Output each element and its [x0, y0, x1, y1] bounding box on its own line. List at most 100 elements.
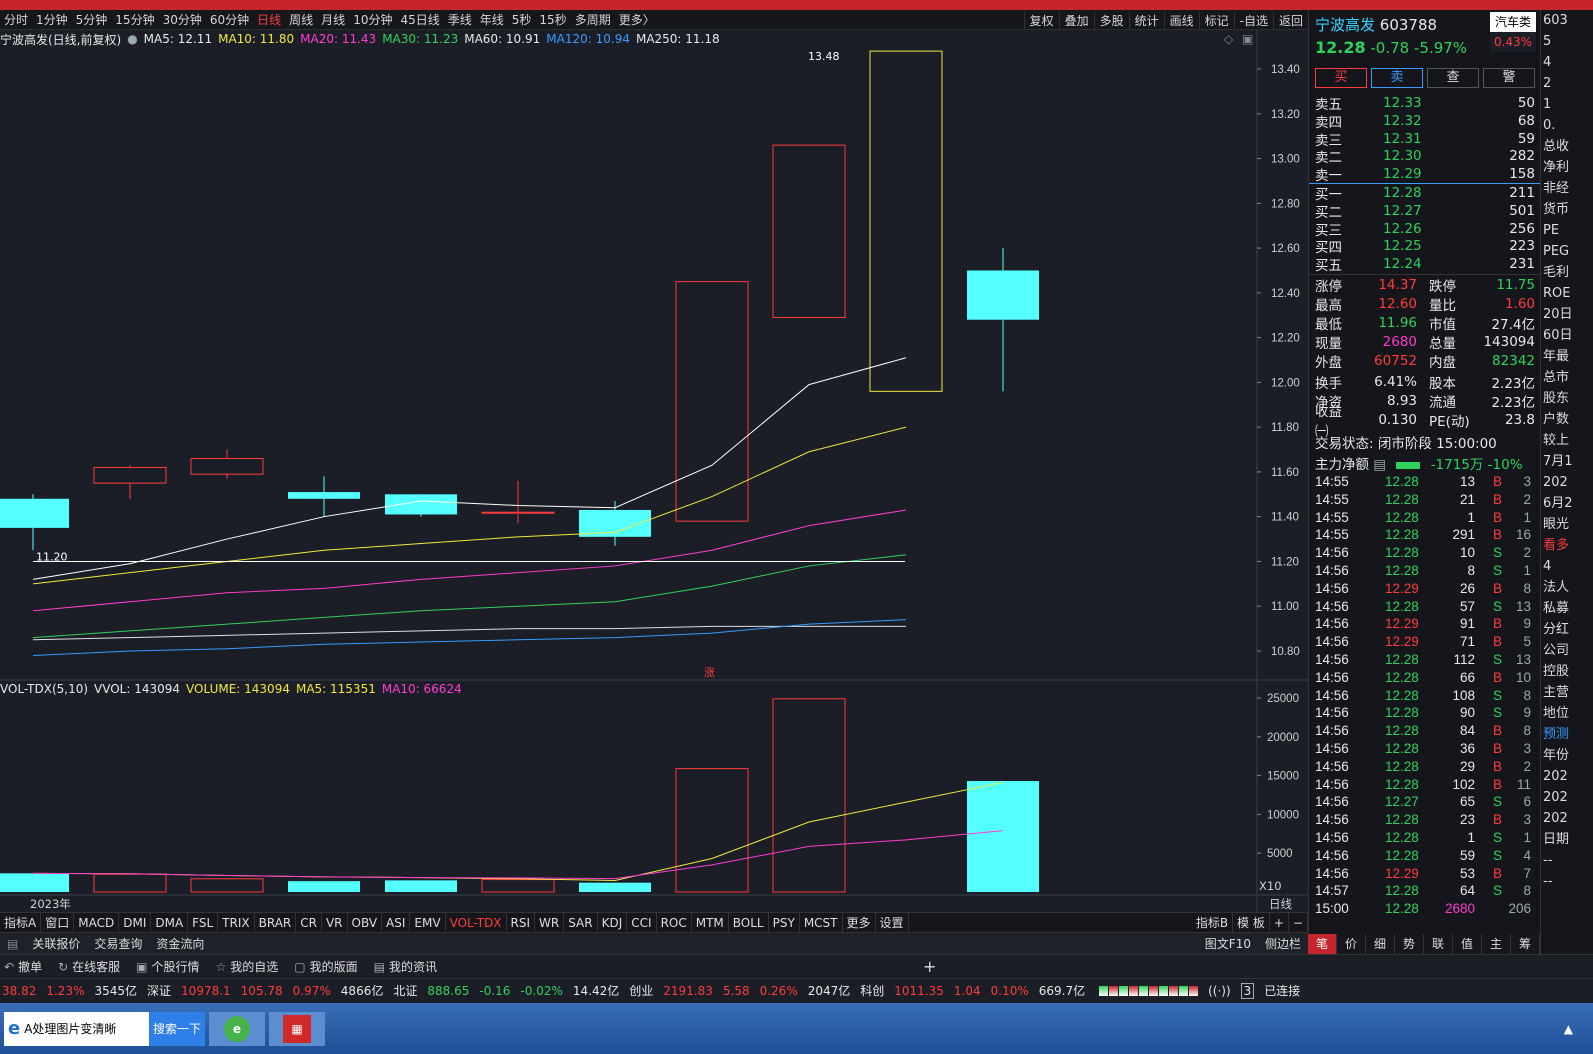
indicator-11[interactable]: ASI — [382, 912, 411, 933]
f10-item[interactable]: 20日 — [1541, 304, 1593, 325]
period-8[interactable]: 月线 — [317, 11, 349, 28]
period-4[interactable]: 30分钟 — [159, 11, 206, 28]
volume-bar[interactable] — [772, 698, 846, 893]
f10-item[interactable]: ROE — [1541, 283, 1593, 304]
buy-level-4[interactable]: 买四 12.25 223 — [1315, 237, 1535, 256]
period-1[interactable]: 1分钟 — [32, 11, 72, 28]
f10-item[interactable]: 4 — [1541, 52, 1593, 73]
indicator-right-0[interactable]: 指标B — [1192, 912, 1234, 933]
f10-item[interactable]: 6月2 — [1541, 493, 1593, 514]
f10-item[interactable]: 私募 — [1541, 598, 1593, 619]
period-11[interactable]: 季线 — [444, 11, 476, 28]
window-icon[interactable]: ▣ — [1242, 32, 1253, 46]
volume-bar[interactable] — [579, 882, 651, 892]
f10-item[interactable]: 603 — [1541, 10, 1593, 31]
toolbar-btn-4[interactable]: 画线 — [1163, 11, 1199, 29]
f10-item[interactable]: 货币 — [1541, 199, 1593, 220]
tool-5[interactable]: ▤ 我的资讯 — [374, 958, 437, 975]
f10-item[interactable]: 1 — [1541, 94, 1593, 115]
f10-item[interactable]: 公司 — [1541, 640, 1593, 661]
tool-4[interactable]: ▢ 我的版面 — [294, 958, 357, 975]
quote-btn-1[interactable]: 卖 — [1371, 68, 1423, 88]
tab-0[interactable]: 关联报价 — [25, 935, 87, 952]
volume-bar[interactable] — [288, 881, 360, 892]
f10-item[interactable]: PEG — [1541, 241, 1593, 262]
quote-tab-0[interactable]: 笔 — [1308, 934, 1337, 954]
f10-item[interactable]: 年份 — [1541, 745, 1593, 766]
buy-level-2[interactable]: 买二 12.27 501 — [1315, 202, 1535, 221]
f10-item[interactable]: 较上 — [1541, 430, 1593, 451]
buy-level-5[interactable]: 买五 12.24 231 — [1315, 255, 1535, 274]
period-9[interactable]: 10分钟 — [349, 11, 396, 28]
sell-level-2[interactable]: 卖二 12.30 282 — [1315, 147, 1535, 166]
indicator-right-2[interactable]: + — [1270, 912, 1289, 933]
indicator-22[interactable]: PSY — [769, 912, 800, 933]
f10-item[interactable]: 毛利 — [1541, 262, 1593, 283]
f10-item[interactable]: -- — [1541, 850, 1593, 871]
sector-badge[interactable]: 汽车类 0.43% — [1490, 12, 1536, 52]
quote-btn-3[interactable]: 警 — [1483, 68, 1535, 88]
indicator-4[interactable]: DMA — [151, 912, 189, 933]
candle[interactable] — [93, 466, 167, 484]
quote-tab-1[interactable]: 价 — [1337, 934, 1366, 954]
f10-item[interactable]: 地位 — [1541, 703, 1593, 724]
indicator-8[interactable]: CR — [296, 912, 322, 933]
indicator-7[interactable]: BRAR — [255, 912, 297, 933]
settings-dot-icon[interactable]: ● — [127, 32, 137, 46]
f10-item[interactable]: 预测 — [1541, 724, 1593, 745]
tab-right-0[interactable]: 图文F10 — [1198, 935, 1258, 952]
tab-right-1[interactable]: 侧边栏 — [1258, 935, 1308, 952]
indicator-20[interactable]: MTM — [692, 912, 729, 933]
sell-level-4[interactable]: 卖四 12.32 68 — [1315, 112, 1535, 131]
toolbar-btn-6[interactable]: -自选 — [1233, 11, 1273, 29]
f10-item[interactable]: 202 — [1541, 808, 1593, 829]
f10-item[interactable]: 2 — [1541, 73, 1593, 94]
tool-0[interactable]: ↶ 撤单 — [4, 958, 42, 975]
indicator-13[interactable]: VOL-TDX — [446, 912, 507, 933]
taskbar-search-button[interactable]: 搜索一下 — [149, 1011, 205, 1046]
volume-bar[interactable] — [190, 878, 264, 893]
f10-item[interactable]: PE — [1541, 220, 1593, 241]
f10-item[interactable]: 202 — [1541, 787, 1593, 808]
candle[interactable] — [481, 511, 555, 514]
volume-bar[interactable] — [967, 781, 1039, 892]
f10-item[interactable]: 主营 — [1541, 682, 1593, 703]
f10-item[interactable]: 总收 — [1541, 136, 1593, 157]
f10-item[interactable]: 7月1 — [1541, 451, 1593, 472]
indicator-6[interactable]: TRIX — [218, 912, 255, 933]
volume-bar[interactable] — [93, 873, 167, 893]
indicator-17[interactable]: KDJ — [598, 912, 628, 933]
candle[interactable] — [869, 50, 943, 392]
candle[interactable] — [772, 144, 846, 318]
f10-item[interactable]: 法人 — [1541, 577, 1593, 598]
period-14[interactable]: 15秒 — [535, 11, 570, 28]
f10-item[interactable]: 年最 — [1541, 346, 1593, 367]
tool-1[interactable]: ↻ 在线客服 — [58, 958, 120, 975]
period-0[interactable]: 分时 — [0, 11, 32, 28]
period-10[interactable]: 45日线 — [396, 11, 443, 28]
candle[interactable] — [0, 498, 69, 528]
quote-tab-6[interactable]: 主 — [1482, 934, 1511, 954]
stock-name[interactable]: 宁波高发 — [1315, 16, 1375, 34]
f10-item[interactable]: 5 — [1541, 31, 1593, 52]
sell-level-3[interactable]: 卖三 12.31 59 — [1315, 130, 1535, 149]
indicator-1[interactable]: 窗口 — [41, 912, 75, 933]
quote-btn-0[interactable]: 买 — [1315, 68, 1367, 88]
f10-item[interactable]: 非经 — [1541, 178, 1593, 199]
toolbar-btn-1[interactable]: 叠加 — [1058, 11, 1094, 29]
indicator-18[interactable]: CCI — [627, 912, 657, 933]
tray-up-icon[interactable]: ▲ — [1564, 1022, 1573, 1036]
f10-item[interactable]: 户数 — [1541, 409, 1593, 430]
quote-tab-7[interactable]: 筹 — [1511, 934, 1540, 954]
quote-tab-5[interactable]: 值 — [1453, 934, 1482, 954]
f10-item[interactable]: 60日 — [1541, 325, 1593, 346]
indicator-24[interactable]: 更多 — [843, 912, 876, 933]
candle[interactable] — [967, 270, 1039, 320]
period-6[interactable]: 日线 — [253, 11, 285, 28]
f10-item[interactable]: 202 — [1541, 766, 1593, 787]
indicator-21[interactable]: BOLL — [729, 912, 769, 933]
sell-level-5[interactable]: 卖五 12.33 50 — [1315, 94, 1535, 113]
indicator-9[interactable]: VR — [322, 912, 348, 933]
tool-2[interactable]: ▣ 个股行情 — [136, 958, 199, 975]
f10-item[interactable]: 4 — [1541, 556, 1593, 577]
